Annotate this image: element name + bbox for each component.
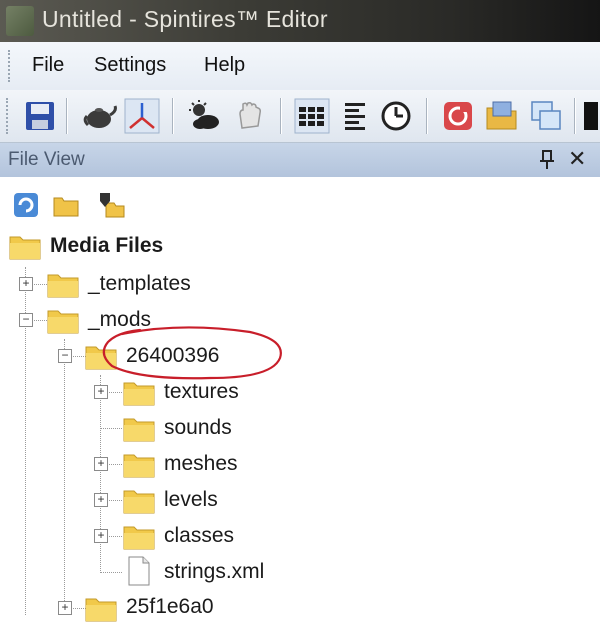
- folder-icon: [123, 454, 155, 478]
- expand-icon[interactable]: +: [94, 529, 108, 543]
- tree-connector: [64, 339, 65, 615]
- refresh-red-icon[interactable]: [440, 98, 476, 134]
- hand-icon[interactable]: [232, 98, 268, 134]
- expand-icon[interactable]: +: [94, 493, 108, 507]
- menu-bar: File Settings Help: [0, 42, 600, 91]
- tree-connector: [100, 428, 122, 429]
- pin-icon[interactable]: [538, 149, 556, 171]
- folder-icon: [9, 236, 41, 260]
- folder-icon: [123, 526, 155, 550]
- folder-icon: [123, 418, 155, 442]
- clock-icon[interactable]: [378, 98, 414, 134]
- toolbar-separator: [172, 98, 173, 134]
- axis-icon[interactable]: [124, 98, 160, 134]
- file-view-header: File View ✕: [0, 143, 600, 178]
- folder-icon: [47, 310, 79, 334]
- title-bar: Untitled - Spintires™ Editor: [0, 0, 600, 42]
- grid-icon[interactable]: [294, 98, 330, 134]
- tree-node-label: strings.xml: [164, 560, 265, 583]
- file-icon: [128, 556, 150, 586]
- toolbar-separator: [66, 98, 67, 134]
- copy-windows-icon[interactable]: [528, 98, 564, 134]
- close-icon[interactable]: ✕: [568, 148, 586, 170]
- tree-node-label: levels: [164, 488, 218, 511]
- expand-icon[interactable]: +: [19, 277, 33, 291]
- tree-node-label: meshes: [164, 452, 238, 475]
- window-title: Untitled - Spintires™ Editor: [42, 6, 328, 32]
- save-icon[interactable]: [22, 98, 58, 134]
- toolbar-separator: [426, 98, 427, 134]
- tree-node-label: sounds: [164, 416, 232, 439]
- open-folder-icon[interactable]: [52, 191, 80, 219]
- app-icon: [6, 6, 34, 36]
- toolbar-separator: [280, 98, 281, 134]
- collapse-icon[interactable]: −: [58, 349, 72, 363]
- menu-file[interactable]: File: [32, 54, 64, 77]
- file-tree: Media Files + _templates − _mods − 26400…: [0, 223, 600, 622]
- teapot-icon[interactable]: [82, 98, 118, 134]
- collapse-icon[interactable]: −: [19, 313, 33, 327]
- panel-title: File View: [8, 149, 85, 170]
- folder-icon: [123, 490, 155, 514]
- tree-node-label: classes: [164, 524, 235, 547]
- expand-icon[interactable]: +: [58, 601, 72, 615]
- toolbar: [0, 90, 600, 143]
- open-folder-icon[interactable]: [484, 98, 520, 134]
- tree-node-label: Media Files: [50, 234, 164, 257]
- tree-node-label: textures: [164, 380, 239, 403]
- toolbar-separator: [574, 98, 575, 134]
- expand-icon[interactable]: +: [94, 385, 108, 399]
- expand-icon[interactable]: +: [94, 457, 108, 471]
- refresh-icon[interactable]: [12, 191, 40, 219]
- folder-icon: [85, 598, 117, 622]
- toolbar-grip: [6, 98, 12, 134]
- toolbar-overflow-icon[interactable]: [584, 102, 598, 130]
- list-icon[interactable]: [338, 98, 374, 134]
- tree-connector: [100, 572, 122, 573]
- menu-settings[interactable]: Settings: [94, 54, 166, 77]
- tree-node-label: _templates: [88, 272, 191, 295]
- file-view-toolbar: [0, 177, 600, 223]
- menu-help[interactable]: Help: [204, 54, 245, 77]
- menu-grip: [8, 50, 14, 82]
- annotation-circle: [102, 326, 282, 380]
- weather-icon[interactable]: [186, 98, 222, 134]
- folder-icon: [47, 274, 79, 298]
- tree-node-label: 25f1e6a0: [126, 595, 214, 618]
- browse-folder-icon[interactable]: [98, 191, 126, 219]
